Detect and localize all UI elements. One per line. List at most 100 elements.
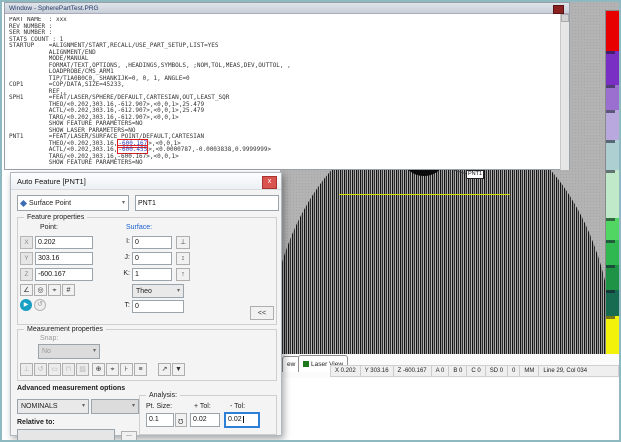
- theo-dropdown-label: Theo: [136, 285, 152, 298]
- j-label: J:: [118, 254, 130, 261]
- editor-title-bar[interactable]: Window - SpherePartTest.PRG: [5, 3, 569, 14]
- meas-icon-3: ⊓: [62, 363, 75, 376]
- surface-label: Surface:: [126, 224, 152, 231]
- magnet-snap-icon[interactable]: Ω: [175, 413, 187, 427]
- status-z: Z -600.167: [394, 366, 432, 376]
- snap-dropdown: No ▾: [38, 344, 100, 359]
- feature-type-dropdown[interactable]: Surface Point ▾: [17, 195, 129, 211]
- editor-close-button[interactable]: [553, 5, 564, 14]
- i-input[interactable]: 0: [132, 236, 172, 249]
- i-label: I:: [118, 238, 130, 245]
- feature-properties-legend: Feature properties: [24, 213, 87, 222]
- x-axis-box: X: [20, 236, 33, 249]
- angle-tool-icon[interactable]: ∠: [20, 284, 33, 296]
- test-play-button[interactable]: ▶: [20, 299, 32, 311]
- status-c: C 0: [467, 366, 485, 376]
- minus-tol-label: - Tol:: [230, 403, 245, 410]
- deviation-color-scale: [605, 10, 620, 359]
- minus-tol-input[interactable]: 0.02: [224, 412, 260, 428]
- meas-icon-0: ⊥: [20, 363, 33, 376]
- analysis-group: Analysis: Pt. Size: + Tol: - Tol: 0.1 Ω …: [139, 395, 277, 435]
- meas-icon-1: ↺: [34, 363, 47, 376]
- chevron-down-icon: ▾: [122, 197, 125, 210]
- dialog-title-bar[interactable]: Auto Feature [PNT1]: [11, 173, 281, 190]
- status-x: X 0.202: [331, 366, 361, 376]
- status-y: Y 303.16: [361, 366, 394, 376]
- status-units: MM: [520, 366, 539, 376]
- reset-button[interactable]: ↺: [34, 299, 46, 311]
- status-0: 0: [508, 366, 520, 376]
- chevron-down-icon: ▾: [82, 400, 85, 413]
- auto-feature-dialog: Auto Feature [PNT1] x Surface Point ▾ PN…: [10, 172, 282, 436]
- scanline-bottom: [339, 194, 510, 195]
- program-editor-window: Window - SpherePartTest.PRG PART NAME : …: [4, 2, 570, 170]
- k-label: K:: [118, 270, 130, 277]
- plus-tol-label: + Tol:: [194, 403, 211, 410]
- surface-point-icon: [20, 199, 27, 206]
- program-code-area[interactable]: PART NAME : xxx REV NUMBER : SER NUMBER …: [9, 17, 559, 169]
- measurement-properties-group: Measurement properties Snap: No ▾ ⊥ ↺ ▭ …: [17, 329, 277, 381]
- feature-name-input[interactable]: PNT1: [135, 195, 279, 211]
- relative-to-label: Relative to:: [17, 419, 55, 426]
- offset-mode-icon[interactable]: ⊦: [120, 363, 133, 376]
- theo-dropdown[interactable]: Theo ▾: [132, 284, 184, 298]
- editor-scrollbar[interactable]: [560, 14, 569, 170]
- editor-title-doc: SpherePartTest.PRG: [38, 5, 99, 12]
- target-mode-icon[interactable]: ⊕: [92, 363, 105, 376]
- flip-vector-icon[interactable]: ↕: [176, 252, 190, 265]
- collapse-button[interactable]: <<: [250, 306, 274, 320]
- meas-icon-4: ▨: [76, 363, 89, 376]
- status-a: A 0: [432, 366, 450, 376]
- bottom-strip: ew Laser View X 0.202 Y 303.16 Z -600.16…: [280, 354, 621, 378]
- status-line-col: Line 29, Col 034: [539, 366, 591, 376]
- align-vector-icon[interactable]: ↑: [176, 268, 190, 281]
- scroll-up-icon[interactable]: [561, 14, 569, 22]
- meas-icon-2: ▭: [48, 363, 61, 376]
- grid-tool-icon[interactable]: #: [62, 284, 75, 296]
- dialog-title: Auto Feature [PNT1]: [17, 177, 86, 186]
- pt-size-label: Pt. Size:: [146, 403, 172, 410]
- pt-size-input[interactable]: 0.1: [146, 413, 174, 427]
- feature-type-label: Surface Point: [29, 197, 71, 210]
- y-axis-box: Y: [20, 252, 33, 265]
- app-window: COP1 PNT1 ew Laser View X 0.202 Y 303.16…: [0, 0, 621, 442]
- status-bar: X 0.202 Y 303.16 Z -600.167 A 0 B 0 C 0 …: [330, 365, 619, 377]
- browse-button[interactable]: ...: [121, 431, 137, 442]
- laser-view-icon: [303, 361, 309, 367]
- relative-to-input: [17, 429, 115, 442]
- z-input[interactable]: -600.167: [35, 268, 93, 281]
- path-icon[interactable]: ↗: [158, 363, 171, 376]
- t-input[interactable]: 0: [132, 300, 184, 313]
- y-input[interactable]: 303.16: [35, 252, 93, 265]
- t-label: T:: [118, 302, 130, 309]
- nominals-value: NOMINALS: [21, 400, 58, 413]
- advanced-options-label: Advanced measurement options: [17, 385, 125, 392]
- k-input[interactable]: 1: [132, 268, 172, 281]
- x-input[interactable]: 0.202: [35, 236, 93, 249]
- dialog-close-button[interactable]: x: [262, 176, 277, 189]
- code-line: SHOW FEATURE PARAMETERS=NO: [9, 160, 559, 167]
- tab-partial-label: ew: [287, 357, 295, 372]
- snap-value: No: [42, 345, 51, 358]
- editor-title-prefix: Window -: [9, 5, 38, 12]
- status-sd: SD 0: [486, 366, 508, 376]
- probe-mode-icon[interactable]: ⌖: [106, 363, 119, 376]
- multi-mode-icon[interactable]: ≡: [134, 363, 147, 376]
- secondary-dropdown: ▾: [91, 399, 139, 414]
- target-tool-icon[interactable]: ⌖: [48, 284, 61, 296]
- snap-label: Snap:: [40, 335, 58, 342]
- chevron-down-icon: ▾: [177, 285, 180, 298]
- point-label: Point:: [40, 224, 58, 231]
- measurement-properties-legend: Measurement properties: [24, 325, 106, 334]
- find-tool-icon[interactable]: ◎: [34, 284, 47, 296]
- j-input[interactable]: 0: [132, 252, 172, 265]
- feature-properties-group: Feature properties Point: Surface: X 0.2…: [17, 217, 277, 325]
- nominals-dropdown[interactable]: NOMINALS ▾: [17, 399, 89, 414]
- filter-icon[interactable]: ▼: [172, 363, 185, 376]
- plus-tol-input[interactable]: 0.02: [190, 413, 220, 427]
- surface-vector-icon[interactable]: ⊥: [176, 236, 190, 249]
- z-axis-box: Z: [20, 268, 33, 281]
- chevron-down-icon: ▾: [132, 400, 135, 413]
- chevron-down-icon: ▾: [93, 345, 96, 358]
- pnt1-label: PNT1: [466, 170, 484, 179]
